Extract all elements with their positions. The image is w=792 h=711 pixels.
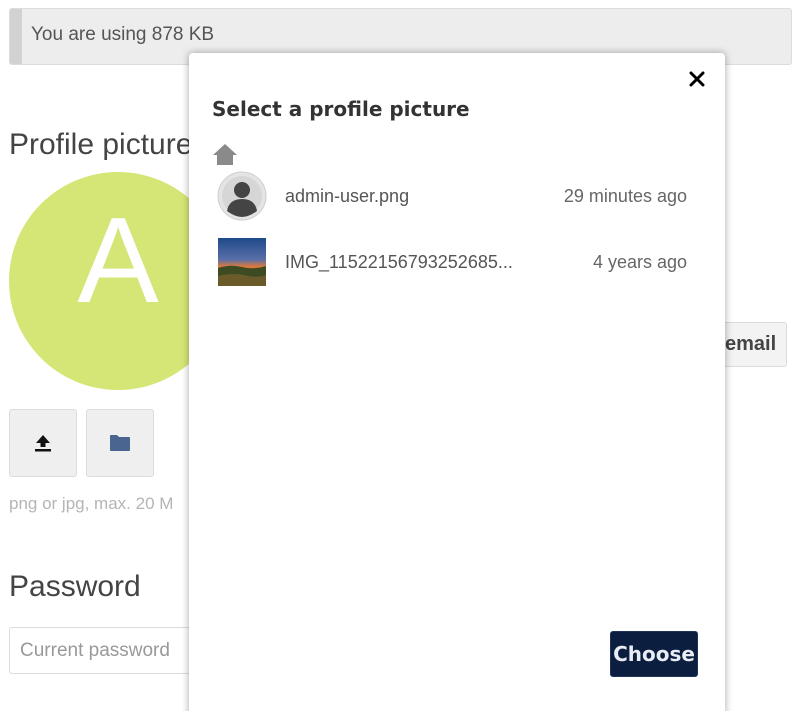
file-name: admin-user.png — [285, 185, 410, 206]
upload-button[interactable] — [9, 409, 77, 477]
personal-settings-page: You are using 878 KB Profile picture A p… — [0, 0, 792, 711]
select-from-files-button[interactable] — [86, 409, 154, 477]
file-modified-time: 4 years ago — [592, 251, 687, 272]
user-avatar-icon — [217, 171, 267, 221]
file-picker-dialog: Select a profile picture admin-user.png … — [189, 53, 725, 711]
file-modified-time: 29 minutes ago — [563, 185, 687, 206]
folder-icon — [110, 435, 130, 451]
password-title: Password — [9, 570, 141, 603]
upload-icon — [35, 435, 51, 452]
breadcrumb-home[interactable] — [212, 143, 238, 167]
usage-text: You are using 878 KB — [31, 24, 215, 45]
close-icon — [689, 71, 705, 87]
file-thumbnail — [217, 237, 267, 287]
file-row-img[interactable]: IMG_11522156793252685... 4 years ago — [217, 236, 687, 288]
file-row-admin-user[interactable]: admin-user.png 29 minutes ago — [217, 170, 687, 222]
profile-picture-title: Profile picture — [9, 128, 193, 161]
file-name: IMG_11522156793252685... — [285, 251, 513, 272]
upload-hint: png or jpg, max. 20 M — [9, 494, 174, 513]
close-button[interactable] — [685, 67, 709, 91]
landscape-photo-icon — [218, 238, 266, 286]
choose-button[interactable]: Choose — [610, 631, 698, 677]
file-thumbnail — [217, 171, 267, 221]
home-icon — [213, 144, 237, 165]
usage-fill — [10, 9, 22, 64]
dialog-title: Select a profile picture — [212, 97, 470, 121]
